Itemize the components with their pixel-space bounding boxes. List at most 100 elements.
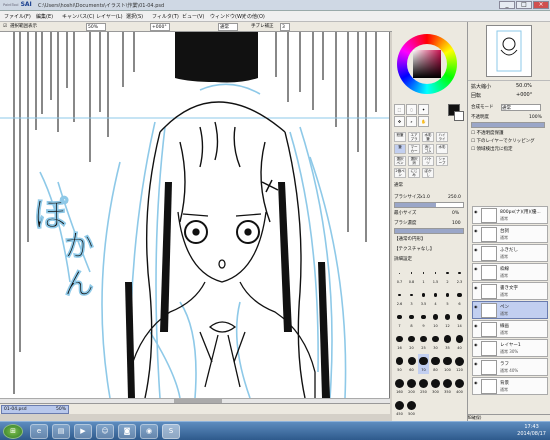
brush-size-preset[interactable]: 350: [442, 376, 453, 396]
layer-row[interactable]: ◉ 書き文字 通常: [472, 282, 548, 300]
brush-size-preset[interactable]: 500: [406, 398, 417, 418]
explorer-icon[interactable]: ▤: [52, 424, 70, 439]
check-selection-source[interactable]: ☐ 領域検出元に指定: [471, 146, 543, 154]
tool-watercolor2[interactable]: 水彩: [436, 144, 448, 154]
brush-size-preset[interactable]: 0.7: [394, 266, 405, 286]
brush-size-preset[interactable]: 300: [430, 376, 441, 396]
menu-filter[interactable]: フィルタ(T): [152, 13, 179, 20]
tool-blur[interactable]: ぼかし: [422, 168, 434, 178]
tool-highlight[interactable]: ハイライト: [436, 132, 448, 142]
brush-size-preset[interactable]: 2: [442, 266, 453, 286]
select-tool-icon[interactable]: ⬚: [394, 104, 405, 115]
brush-size-preset[interactable]: 1: [418, 266, 429, 286]
brush-size-preset[interactable]: 100: [442, 354, 453, 374]
brush-size-preset[interactable]: 2.6: [394, 288, 405, 308]
document-tab[interactable]: 01-04.psd 50%: [1, 405, 69, 414]
tool-blur-water[interactable]: にじみ: [408, 168, 420, 178]
menu-other[interactable]: その他(O): [242, 13, 265, 20]
tool-marker[interactable]: マーカー: [408, 144, 420, 154]
brush-size-preset[interactable]: 7: [394, 310, 405, 330]
chrome-icon[interactable]: ◉: [140, 424, 158, 439]
menu-view[interactable]: ビュー(V): [182, 13, 204, 20]
brush-size-preset[interactable]: 70: [418, 354, 429, 374]
hand-tool-icon[interactable]: ✋: [418, 116, 429, 127]
layer-blend-select[interactable]: 通常: [501, 104, 541, 111]
tool-brush[interactable]: 筆: [394, 144, 406, 154]
layer-opacity-slider[interactable]: [471, 122, 545, 128]
tool-select-pen[interactable]: 選択ペン: [394, 156, 406, 166]
layer-row[interactable]: ◉ ラフ 通常 40%: [472, 358, 548, 376]
menu-layer[interactable]: レイヤー(L): [96, 13, 123, 20]
navigator-thumbnail[interactable]: [486, 25, 532, 77]
rotation-field[interactable]: +000°: [150, 23, 170, 31]
minimize-button[interactable]: _: [499, 1, 515, 9]
tool-eraser[interactable]: 消しゴム: [422, 144, 434, 154]
brush-size-preset[interactable]: 50: [394, 354, 405, 374]
brush-size-preset[interactable]: 80: [430, 354, 441, 374]
start-button-icon[interactable]: ⊞: [3, 424, 23, 439]
layer-row[interactable]: ◉ 台詞 通常: [472, 225, 548, 243]
brush-size-preset[interactable]: 16: [394, 332, 405, 352]
brush-size-preset[interactable]: 200: [406, 376, 417, 396]
layer-row[interactable]: ◉ 背景 通常: [472, 377, 548, 395]
camera-icon[interactable]: ◙: [118, 424, 136, 439]
visibility-eye-icon[interactable]: ◉: [474, 361, 479, 366]
lasso-tool-icon[interactable]: ◌: [406, 104, 417, 115]
layer-row[interactable]: ◉ 800px(ナ)(用)(優... 通常: [472, 206, 548, 224]
visibility-eye-icon[interactable]: ◉: [474, 304, 479, 309]
tool-binary-pen[interactable]: 2値ペン: [394, 168, 406, 178]
tool-pencil[interactable]: 鉛筆: [394, 132, 406, 142]
menu-file[interactable]: ファイル(F): [4, 13, 31, 20]
checkbox-icon[interactable]: ☑: [2, 23, 8, 31]
visibility-eye-icon[interactable]: ◉: [474, 209, 479, 214]
menu-window[interactable]: ウィンドウ(W): [210, 13, 244, 20]
brush-shape-select[interactable]: 【通常の円形】: [394, 236, 466, 244]
layer-row[interactable]: ◉ ペン 通常: [472, 301, 548, 319]
brush-size-preset[interactable]: 35: [442, 332, 453, 352]
stabilizer-value[interactable]: 3: [280, 23, 290, 31]
brush-size-preset[interactable]: 14: [454, 310, 465, 330]
brush-texture-select[interactable]: 【テクスチャなし】: [394, 246, 466, 254]
menu-edit[interactable]: 編集(E): [36, 13, 53, 20]
check-clipping[interactable]: ☐ 下のレイヤーでクリッピング: [471, 138, 543, 146]
visibility-eye-icon[interactable]: ◉: [474, 285, 479, 290]
brush-size-preset[interactable]: 60: [406, 354, 417, 374]
brush-size-preset[interactable]: 450: [394, 398, 405, 418]
tool-sharpen[interactable]: シャープ: [436, 156, 448, 166]
sai-app-icon[interactable]: S: [162, 424, 180, 439]
move-tool-icon[interactable]: ✥: [394, 116, 405, 127]
brush-size-preset[interactable]: 3: [406, 288, 417, 308]
density-slider[interactable]: [394, 228, 464, 234]
brush-size-preset[interactable]: 2.3: [454, 266, 465, 286]
brush-size-preset[interactable]: 3.5: [418, 288, 429, 308]
brush-size-preset[interactable]: 9: [418, 310, 429, 330]
nav-zoom-value[interactable]: 50.0%: [516, 83, 532, 89]
brush-size-preset[interactable]: 4: [430, 288, 441, 308]
tool-bucket[interactable]: バケツ: [422, 156, 434, 166]
layer-row[interactable]: ◉ 枠線 通常: [472, 263, 548, 281]
tool-airbrush[interactable]: エアブラシ: [408, 132, 420, 142]
close-button[interactable]: ×: [533, 1, 549, 9]
brush-size-preset[interactable]: 40: [454, 332, 465, 352]
sv-square[interactable]: [413, 50, 441, 78]
brush-size-preset[interactable]: 0.8: [406, 266, 417, 286]
secondary-color-swatch[interactable]: [454, 111, 464, 121]
visibility-eye-icon[interactable]: ◉: [474, 380, 479, 385]
brush-size-slider[interactable]: [394, 202, 464, 208]
check-preserve-opacity[interactable]: ☐ 不透明度保護: [471, 130, 543, 138]
nav-rotation-value[interactable]: +000°: [516, 92, 532, 98]
brush-size-preset[interactable]: 12: [442, 310, 453, 330]
visibility-eye-icon[interactable]: ◉: [474, 323, 479, 328]
tool-watercolor[interactable]: 水彩筆: [422, 132, 434, 142]
visibility-eye-icon[interactable]: ◉: [474, 266, 479, 271]
brush-size-preset[interactable]: 25: [418, 332, 429, 352]
color-wheel[interactable]: [397, 34, 457, 94]
brush-size-preset[interactable]: 250: [418, 376, 429, 396]
blend-mode-row[interactable]: 通常: [394, 182, 466, 190]
visibility-eye-icon[interactable]: ◉: [474, 228, 479, 233]
magic-wand-icon[interactable]: ✦: [418, 104, 429, 115]
layer-row[interactable]: ◉ 線画 通常: [472, 320, 548, 338]
avatar-app-icon[interactable]: ☺: [96, 424, 114, 439]
tool-select-eraser[interactable]: 選択消: [408, 156, 420, 166]
brush-size-preset[interactable]: 10: [430, 310, 441, 330]
